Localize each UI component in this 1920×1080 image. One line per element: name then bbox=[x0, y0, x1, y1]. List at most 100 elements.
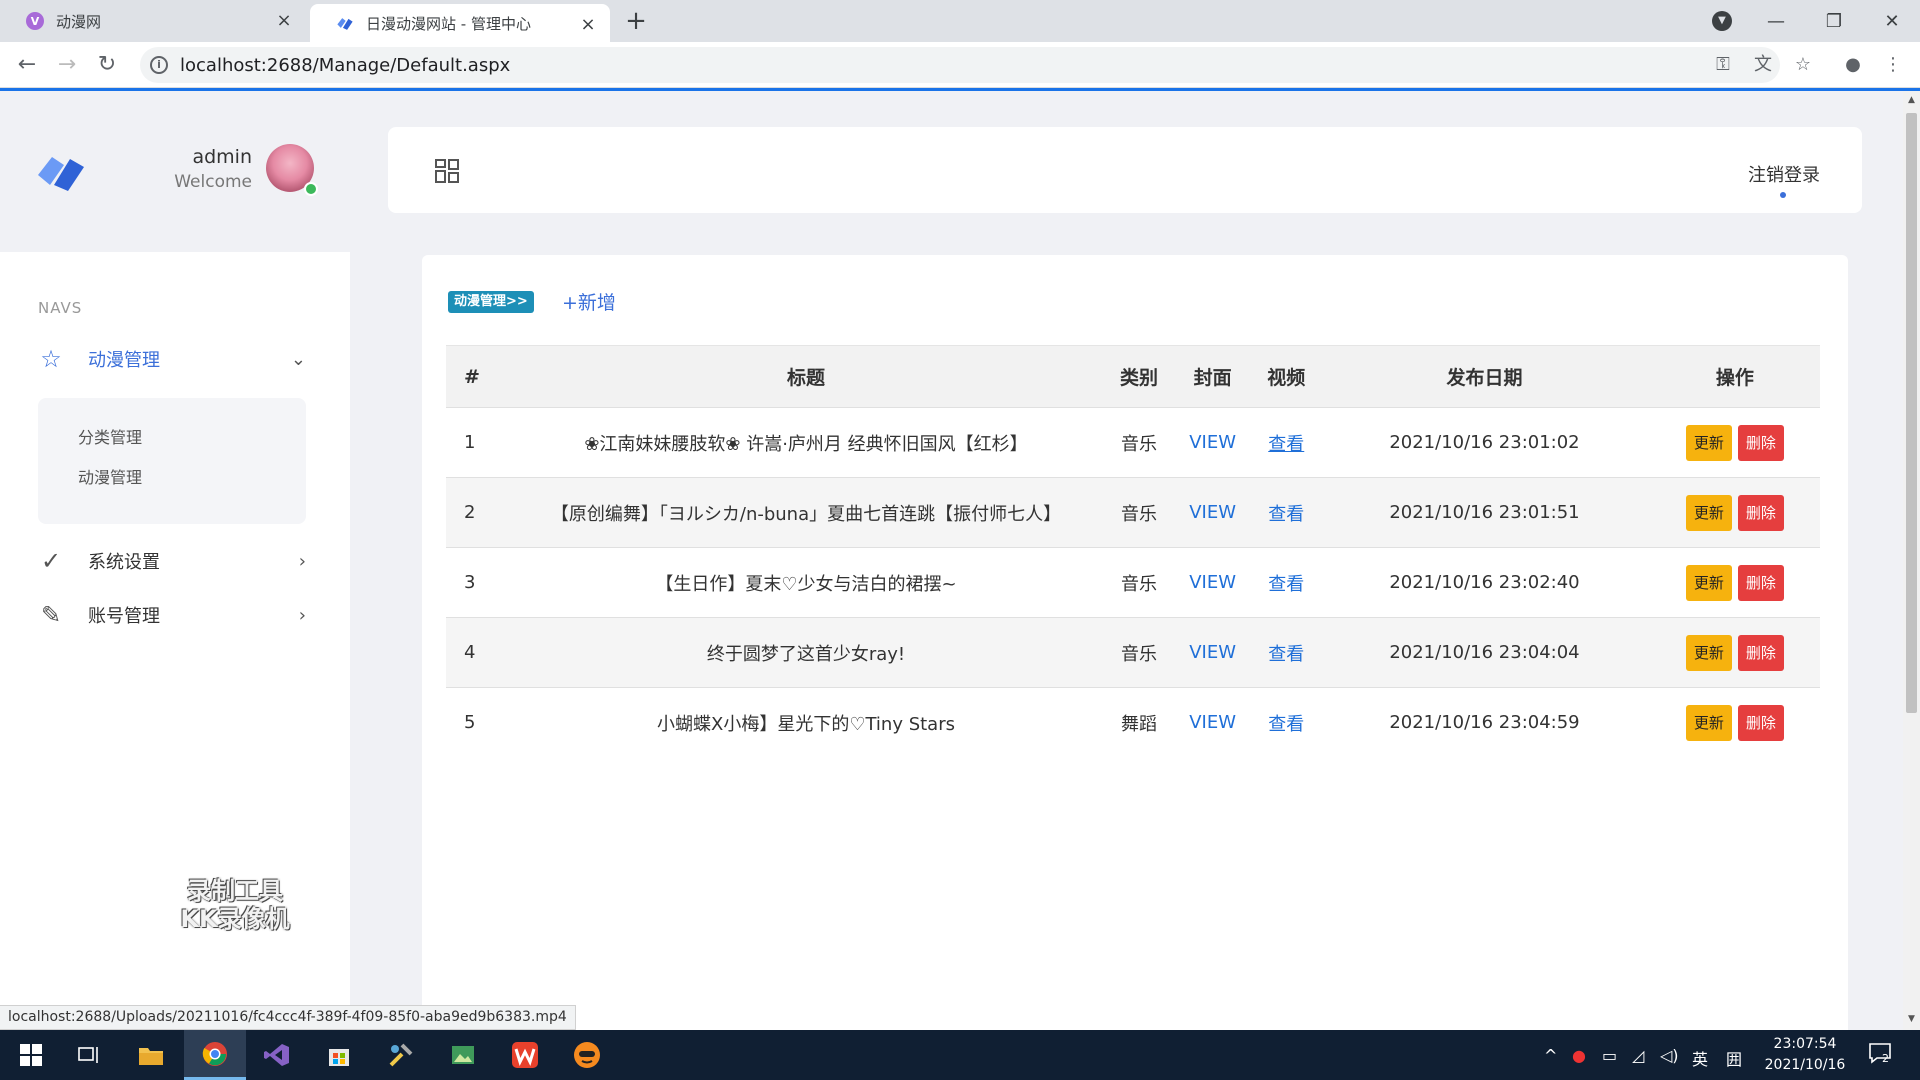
wps-icon[interactable] bbox=[494, 1030, 556, 1080]
update-button[interactable]: 更新 bbox=[1685, 494, 1732, 531]
submenu-item-category[interactable]: 分类管理 bbox=[78, 424, 142, 448]
cell-category: 音乐 bbox=[1106, 407, 1172, 478]
cell-index: 3 bbox=[446, 547, 506, 618]
browser-tab-dongman[interactable]: V 动漫网 × bbox=[0, 0, 306, 42]
cell-actions: 更新 删除 bbox=[1649, 617, 1820, 688]
site-logo-icon bbox=[336, 14, 354, 32]
video-view-link[interactable]: 查看 bbox=[1268, 714, 1304, 735]
battery-icon[interactable]: ▭ bbox=[1602, 1046, 1617, 1065]
video-view-link[interactable]: 查看 bbox=[1268, 434, 1304, 455]
video-view-link[interactable]: 查看 bbox=[1268, 574, 1304, 595]
delete-button[interactable]: 删除 bbox=[1737, 704, 1784, 741]
network-icon[interactable]: ◿ bbox=[1632, 1046, 1644, 1065]
restore-icon[interactable]: ❐ bbox=[1806, 0, 1862, 42]
table-row: 5 小蝴蝶X小梅】星光下的♡Tiny Stars 舞蹈 VIEW 查看 2021/10/1… bbox=[446, 687, 1820, 758]
cell-title: 【原创编舞】「ヨルシカ/n-buna」夏曲七首连跳【振付师七人】 bbox=[506, 477, 1106, 548]
update-button[interactable]: 更新 bbox=[1685, 704, 1732, 741]
tab-title: 动漫网 bbox=[56, 12, 102, 31]
add-new-link[interactable]: +新增 bbox=[562, 288, 616, 315]
tools-icon[interactable] bbox=[370, 1030, 432, 1080]
clock-time: 23:07:54 bbox=[1773, 1036, 1837, 1052]
delete-button[interactable]: 删除 bbox=[1737, 564, 1784, 601]
cover-view-link[interactable]: VIEW bbox=[1189, 432, 1236, 453]
translate-icon[interactable]: 文 bbox=[1752, 54, 1774, 76]
kk-recorder-icon[interactable] bbox=[556, 1030, 618, 1080]
table-row: 1 ❀江南妹妹腰肢软❀ 许嵩·庐州月 经典怀旧国风【红杉】 音乐 VIEW 查看 2021… bbox=[446, 407, 1820, 478]
breadcrumb: 动漫管理>> bbox=[448, 291, 534, 313]
url-text[interactable]: localhost:2688/Manage/Default.aspx bbox=[180, 55, 510, 76]
scroll-up-icon[interactable]: ▲ bbox=[1906, 95, 1917, 107]
file-explorer-icon[interactable] bbox=[120, 1030, 182, 1080]
start-windows-icon[interactable] bbox=[0, 1030, 62, 1080]
sidebar-item-account-manage[interactable]: ✎ 账号管理 › bbox=[36, 598, 316, 632]
close-icon[interactable]: × bbox=[274, 11, 294, 31]
tab-search-icon[interactable]: ▼ bbox=[1712, 11, 1732, 31]
key-icon[interactable]: ⚿ bbox=[1712, 54, 1734, 76]
cover-view-link[interactable]: VIEW bbox=[1189, 642, 1236, 663]
cell-index: 1 bbox=[446, 407, 506, 478]
sidebar-item-anime-manage[interactable]: ☆ 动漫管理 ⌄ bbox=[36, 342, 316, 376]
page-scrollbar[interactable]: ▲ ▼ bbox=[1903, 91, 1920, 1030]
close-icon[interactable]: × bbox=[578, 15, 598, 35]
sidebar-item-system-settings[interactable]: ✓ 系统设置 › bbox=[36, 544, 316, 578]
star-icon: ☆ bbox=[40, 345, 62, 373]
ime-language[interactable]: 英 bbox=[1692, 1046, 1708, 1070]
browser-toolbar: ← → ↻ i localhost:2688/Manage/Default.as… bbox=[0, 42, 1920, 88]
back-icon[interactable]: ← bbox=[12, 50, 42, 80]
cell-category: 舞蹈 bbox=[1106, 687, 1172, 758]
update-button[interactable]: 更新 bbox=[1685, 424, 1732, 461]
forward-icon[interactable]: → bbox=[52, 50, 82, 80]
delete-button[interactable]: 删除 bbox=[1737, 424, 1784, 461]
browser-tab-manage[interactable]: 日漫动漫网站 - 管理中心 × bbox=[310, 4, 610, 42]
table-row: 4 终于圆梦了这首少女ray! 音乐 VIEW 查看 2021/10/16 23:04:0… bbox=[446, 617, 1820, 688]
cover-view-link[interactable]: VIEW bbox=[1189, 502, 1236, 523]
cell-index: 5 bbox=[446, 687, 506, 758]
column-header-title: 标题 bbox=[506, 345, 1106, 408]
sidebar: admin Welcome NAVS ☆ 动漫管理 ⌄ 分类管理 动漫管理 ✓ … bbox=[0, 91, 350, 1030]
cover-view-link[interactable]: VIEW bbox=[1189, 712, 1236, 733]
taskbar-clock[interactable]: 23:07:54 2021/10/16 bbox=[1760, 1034, 1850, 1076]
window-close-icon[interactable]: ✕ bbox=[1864, 0, 1920, 42]
bookmark-star-icon[interactable]: ☆ bbox=[1792, 54, 1814, 76]
cell-index: 4 bbox=[446, 617, 506, 688]
cover-view-link[interactable]: VIEW bbox=[1189, 572, 1236, 593]
sidebar-item-label: 账号管理 bbox=[88, 606, 160, 627]
address-bar[interactable]: i localhost:2688/Manage/Default.aspx bbox=[140, 47, 1780, 83]
new-tab-button[interactable]: + bbox=[622, 8, 650, 36]
column-header-index: # bbox=[446, 345, 506, 408]
submenu-item-anime[interactable]: 动漫管理 bbox=[78, 464, 142, 488]
profile-icon[interactable]: ● bbox=[1842, 54, 1864, 76]
chrome-icon[interactable] bbox=[184, 1030, 246, 1080]
chevron-right-icon: › bbox=[298, 550, 306, 572]
video-view-link[interactable]: 查看 bbox=[1268, 644, 1304, 665]
scroll-down-icon[interactable]: ▼ bbox=[1906, 1014, 1917, 1026]
reload-icon[interactable]: ↻ bbox=[92, 50, 122, 80]
cell-category: 音乐 bbox=[1106, 547, 1172, 618]
anime-table: # 标题 类别 封面 视频 发布日期 操作 1 ❀江南妹妹腰肢软❀ 许嵩·庐州月 … bbox=[446, 345, 1820, 758]
video-view-link[interactable]: 查看 bbox=[1268, 504, 1304, 525]
store-icon[interactable] bbox=[308, 1030, 370, 1080]
menu-icon[interactable]: ⋮ bbox=[1882, 54, 1904, 76]
tray-security-icon[interactable]: ● bbox=[1572, 1046, 1586, 1065]
tray-chevron-up-icon[interactable]: ^ bbox=[1544, 1046, 1557, 1065]
delete-button[interactable]: 删除 bbox=[1737, 634, 1784, 671]
visual-studio-icon[interactable] bbox=[246, 1030, 308, 1080]
scrollbar-thumb[interactable] bbox=[1906, 113, 1917, 713]
notification-icon[interactable]: 2 bbox=[1868, 1042, 1892, 1068]
watermark-line2: KK录像机 bbox=[180, 905, 290, 933]
update-button[interactable]: 更新 bbox=[1685, 634, 1732, 671]
update-button[interactable]: 更新 bbox=[1685, 564, 1732, 601]
task-view-icon[interactable] bbox=[58, 1030, 120, 1080]
cell-index: 2 bbox=[446, 477, 506, 548]
photo-app-icon[interactable] bbox=[432, 1030, 494, 1080]
cell-actions: 更新 删除 bbox=[1649, 477, 1820, 548]
table-row: 3 【生日作】夏末♡少女与洁白的裙摆~ 音乐 VIEW 查看 2021/10/16 23:… bbox=[446, 547, 1820, 618]
ime-mode[interactable]: 囲 bbox=[1726, 1046, 1742, 1070]
minimize-icon[interactable]: — bbox=[1748, 0, 1804, 42]
logout-button[interactable]: 注销登录 bbox=[1748, 161, 1820, 187]
site-info-icon[interactable]: i bbox=[150, 56, 168, 74]
grid-menu-icon[interactable] bbox=[435, 159, 459, 183]
volume-icon[interactable]: ◁) bbox=[1660, 1046, 1679, 1065]
cell-actions: 更新 删除 bbox=[1649, 687, 1820, 758]
delete-button[interactable]: 删除 bbox=[1737, 494, 1784, 531]
